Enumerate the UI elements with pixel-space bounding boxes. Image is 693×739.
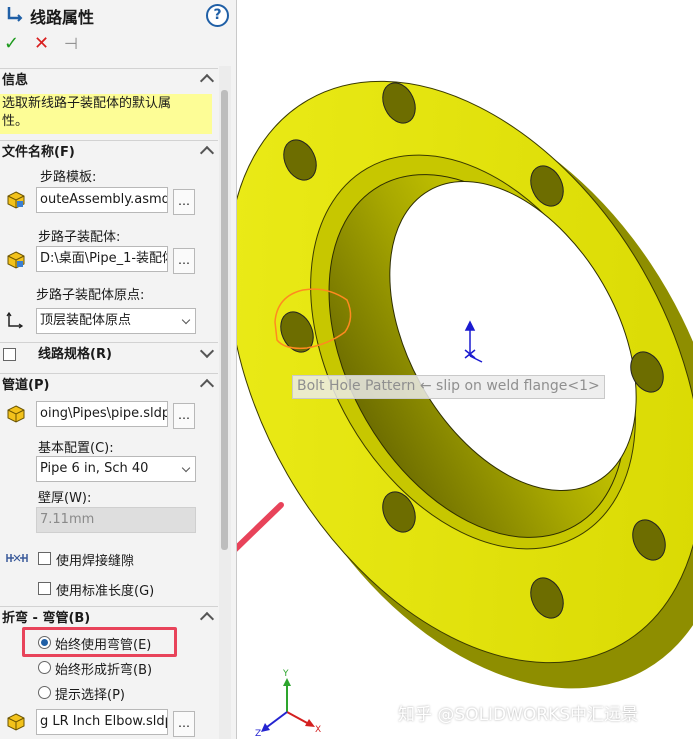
wall-thickness-label: 壁厚(W):: [38, 491, 92, 506]
graphics-viewport[interactable]: Y X Z: [237, 0, 693, 739]
section-route-spec-header[interactable]: 线路规格(R): [0, 342, 218, 366]
weld-gap-checkbox[interactable]: [38, 552, 51, 565]
origin-label: 步路子装配体原点:: [36, 288, 145, 303]
subassembly-label: 步路子装配体:: [38, 230, 121, 245]
wall-thickness-field: 7.11mm: [36, 507, 196, 533]
prompt-select-radio[interactable]: [38, 686, 51, 699]
pipe-browse-button[interactable]: …: [173, 403, 195, 429]
hover-tooltip: Bolt Hole Pattern ← slip on weld flange<…: [292, 375, 605, 399]
chevron-up-icon[interactable]: [199, 145, 215, 161]
triad-x-label: X: [315, 725, 321, 735]
weld-gap-label: 使用焊接缝隙: [56, 554, 135, 569]
watermark: 知乎 @SOLIDWORKS中汇远景: [398, 705, 639, 725]
triad-z-label: Z: [255, 729, 261, 739]
origin-select[interactable]: 顶层装配体原点: [36, 308, 196, 334]
cancel-x-icon[interactable]: ✕: [34, 34, 49, 54]
section-pipe-header[interactable]: 管道(P): [0, 373, 218, 397]
section-filename-title: 文件名称(F): [2, 145, 75, 160]
std-length-checkbox[interactable]: [38, 582, 51, 595]
always-bend-label: 始终形成折弯(B): [55, 663, 153, 678]
help-icon[interactable]: ?: [206, 4, 229, 27]
template-field[interactable]: outeAssembly.asmdot: [36, 187, 168, 213]
pipe-part-icon: [7, 405, 25, 423]
chevron-up-icon[interactable]: [199, 611, 215, 627]
section-bend-title: 折弯 - 弯管(B): [2, 611, 91, 626]
std-length-label: 使用标准长度(G): [56, 584, 155, 599]
subassembly-browse-button[interactable]: …: [173, 248, 195, 274]
flange-model[interactable]: Y X Z: [237, 0, 693, 739]
chevron-down-icon[interactable]: [199, 343, 215, 359]
section-filename-header[interactable]: 文件名称(F): [0, 140, 218, 164]
origin-axis-icon: [6, 311, 24, 329]
always-bend-radio[interactable]: [38, 661, 51, 674]
info-message-line-1: 选取新线路子装配体的默认属: [2, 96, 172, 111]
subassembly-icon: [7, 251, 25, 269]
panel-scrollbar-thumb[interactable]: [221, 90, 228, 550]
weld-gap-icon: [6, 554, 28, 562]
elbow-path-field[interactable]: g LR Inch Elbow.sldprt: [36, 709, 168, 735]
pin-icon[interactable]: ⊣: [64, 34, 78, 54]
section-info-title: 信息: [2, 73, 29, 88]
callout-arrow-icon: [237, 502, 284, 552]
ok-check-icon[interactable]: ✓: [4, 34, 19, 54]
route-spec-checkbox[interactable]: [3, 348, 16, 361]
elbow-part-icon: [7, 713, 25, 731]
route-properties-icon: [7, 7, 23, 22]
info-message-line-2: 性。: [2, 114, 29, 129]
config-label: 基本配置(C):: [38, 441, 114, 456]
assembly-template-icon: [7, 191, 25, 209]
triad-y-label: Y: [282, 669, 289, 679]
info-message: 选取新线路子装配体的默认属 性。: [0, 94, 212, 134]
chevron-up-icon[interactable]: [199, 378, 215, 394]
section-pipe-title: 管道(P): [2, 378, 50, 393]
property-manager: 线路属性 ? ✓ ✕ ⊣ 信息 选取新线路子装配体的默认属 性。 文件名称(F)…: [0, 0, 237, 739]
template-label: 步路模板:: [40, 170, 97, 185]
section-route-spec-title: 线路规格(R): [38, 347, 112, 362]
view-triad: Y X Z: [255, 669, 321, 739]
elbow-browse-button[interactable]: …: [173, 711, 195, 737]
template-browse-button[interactable]: …: [173, 189, 195, 215]
config-select[interactable]: Pipe 6 in, Sch 40: [36, 456, 196, 482]
subassembly-field[interactable]: D:\桌面\Pipe_1-装配体: [36, 246, 168, 272]
chevron-up-icon[interactable]: [199, 73, 215, 89]
pipe-path-field[interactable]: oing\Pipes\pipe.sldprt: [36, 401, 168, 427]
panel-title: 线路属性: [30, 8, 95, 27]
annotation-highlight-box: [22, 627, 177, 657]
prompt-select-label: 提示选择(P): [55, 688, 125, 703]
section-info-header[interactable]: 信息: [0, 68, 218, 92]
